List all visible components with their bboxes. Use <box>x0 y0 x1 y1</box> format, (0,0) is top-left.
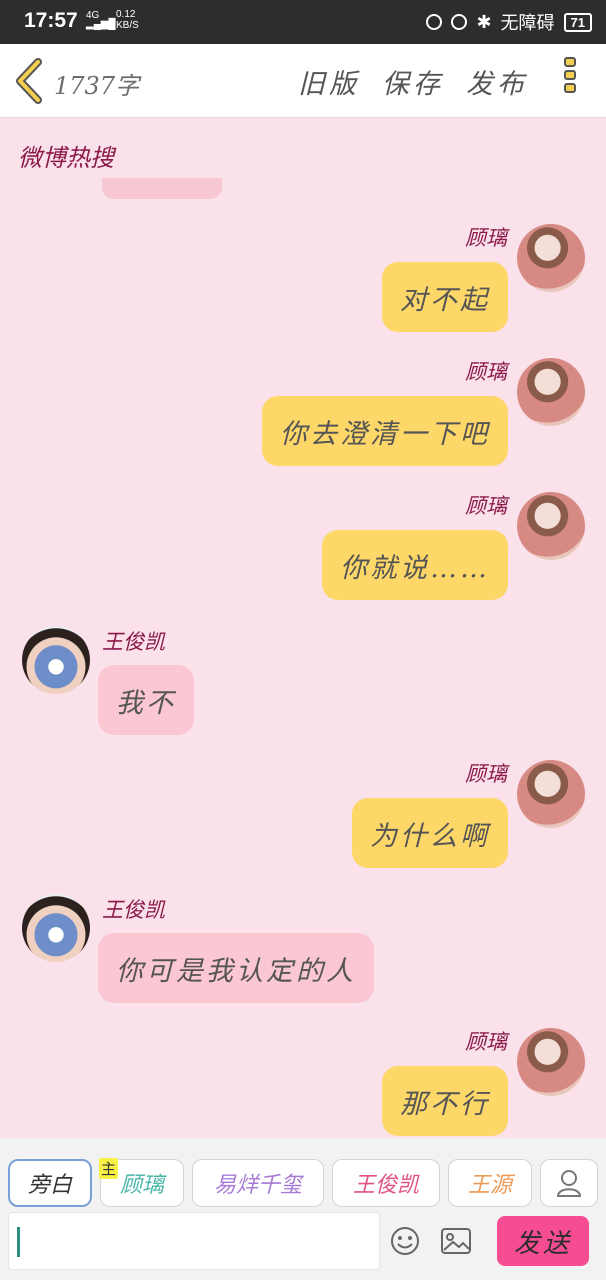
do-not-disturb-icon <box>426 14 443 30</box>
avatar-gu-li[interactable] <box>517 492 585 560</box>
top-bar: 1737字 旧版 保存 发布 <box>0 44 606 118</box>
network-indicator: 4G ▂▄▆█ <box>86 10 116 30</box>
bluetooth-icon: ✱ <box>476 11 492 32</box>
sender-name: 顾璃 <box>465 1030 507 1054</box>
status-icons: ✱ 无障碍 71 <box>426 9 592 35</box>
send-button[interactable]: 发送 <box>497 1216 589 1266</box>
emoji-icon[interactable] <box>390 1226 420 1256</box>
text-cursor <box>17 1227 20 1257</box>
more-menu-icon[interactable] <box>564 57 582 105</box>
message-bubble[interactable]: 对不起 <box>382 262 508 332</box>
back-arrow-icon[interactable] <box>12 58 48 104</box>
message-bubble[interactable]: 为什么啊 <box>352 798 508 868</box>
role-wang-yuan[interactable]: 王源 <box>448 1159 532 1207</box>
status-bar: 17:57 4G ▂▄▆█ 0.12 KB/S ✱ 无障碍 71 <box>0 0 606 44</box>
avatar-wang-junkai[interactable] <box>22 626 90 694</box>
role-wang-junkai[interactable]: 王俊凯 <box>332 1159 440 1207</box>
avatar-gu-li[interactable] <box>517 1028 585 1096</box>
add-role-button[interactable] <box>540 1159 598 1207</box>
accessibility-label: 无障碍 <box>500 13 555 33</box>
image-icon[interactable] <box>440 1226 472 1256</box>
chat-area[interactable]: 微博热搜 顾璃 对不起 顾璃 你去澄清一下吧 顾璃 你就说…… 王俊凯 我不 顾… <box>0 118 606 1138</box>
role-narrator[interactable]: 旁白 <box>8 1159 92 1207</box>
chat-header: 微博热搜 <box>18 144 114 172</box>
sender-name: 顾璃 <box>465 226 507 250</box>
composer-panel: 旁白 主 顾璃 易烊千玺 王俊凯 王源 发送 <box>0 1138 606 1280</box>
alarm-icon <box>451 14 468 30</box>
avatar-gu-li[interactable] <box>517 224 585 292</box>
main-role-badge: 主 <box>99 1158 119 1179</box>
user-icon <box>556 1170 582 1197</box>
message-bubble[interactable]: 你可是我认定的人 <box>98 933 374 1003</box>
old-version-button[interactable]: 旧版 <box>298 62 360 101</box>
message-bubble[interactable]: 那不行 <box>382 1066 508 1136</box>
sender-name: 王俊凯 <box>102 630 165 654</box>
avatar-gu-li[interactable] <box>517 760 585 828</box>
top-actions: 旧版 保存 发布 <box>298 62 528 101</box>
publish-button[interactable]: 发布 <box>466 62 528 101</box>
message-bubble[interactable]: 我不 <box>98 665 194 735</box>
network-speed: 0.12 KB/S <box>116 9 139 31</box>
status-time: 17:57 <box>24 9 78 32</box>
battery-icon: 71 <box>563 12 592 32</box>
avatar-gu-li[interactable] <box>517 358 585 426</box>
sender-name: 王俊凯 <box>102 898 165 922</box>
role-yi-yangqianxi[interactable]: 易烊千玺 <box>192 1159 324 1207</box>
avatar-wang-junkai[interactable] <box>22 894 90 962</box>
message-bubble[interactable]: 你就说…… <box>322 530 508 600</box>
sender-name: 顾璃 <box>465 360 507 384</box>
message-bubble[interactable]: 你去澄清一下吧 <box>262 396 508 466</box>
sender-name: 顾璃 <box>465 494 507 518</box>
role-selector: 旁白 主 顾璃 易烊千玺 王俊凯 王源 <box>8 1158 598 1207</box>
sender-name: 顾璃 <box>465 762 507 786</box>
message-input[interactable] <box>8 1212 380 1270</box>
word-count: 1737字 <box>54 72 140 100</box>
save-button[interactable]: 保存 <box>382 62 444 101</box>
clipped-message-bubble <box>102 178 222 199</box>
role-gu-li[interactable]: 主 顾璃 <box>99 1158 184 1207</box>
